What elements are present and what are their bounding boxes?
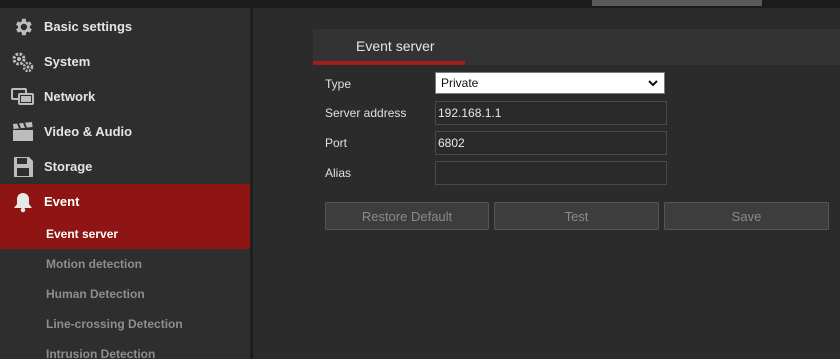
test-button[interactable]: Test [494,202,659,230]
gear-icon [11,16,35,38]
main-panel: Event server Type Private Server address… [253,8,840,359]
port-value: 6802 [438,136,465,150]
tab-bar: Event server [313,29,840,65]
alias-input[interactable] [435,161,667,185]
sidebar-subitem-line-crossing-detection[interactable]: Line-crossing Detection [0,309,250,339]
type-row: Type Private [325,72,685,96]
sidebar: Basic settings System Network Video & Au… [0,8,250,359]
sidebar-item-label: System [44,54,91,69]
server-address-value: 192.168.1.1 [438,106,502,120]
server-address-label: Server address [325,106,407,120]
sidebar-subitem-intrusion-detection[interactable]: Intrusion Detection [0,339,250,359]
sidebar-subitem-label: Human Detection [46,287,145,301]
top-bar [0,0,840,8]
restore-default-button[interactable]: Restore Default [325,202,489,230]
alias-row: Alias [325,161,685,185]
clapperboard-icon [11,121,35,143]
sidebar-item-basic-settings[interactable]: Basic settings [0,9,250,44]
floppy-icon [11,156,35,178]
sidebar-subitem-motion-detection[interactable]: Motion detection [0,249,250,279]
sidebar-subitem-label: Intrusion Detection [46,347,156,359]
bell-icon [11,191,35,213]
tab-label: Event server [356,38,435,54]
type-select-value: Private [441,76,479,90]
port-input[interactable]: 6802 [435,131,667,155]
alias-label: Alias [325,166,352,180]
sidebar-subitem-label: Line-crossing Detection [46,317,183,331]
gears-icon [11,51,35,73]
tab-event-server[interactable]: Event server [313,29,465,65]
sidebar-item-label: Event [44,194,80,209]
sidebar-item-system[interactable]: System [0,44,250,79]
sidebar-subitem-label: Event server [46,227,119,241]
server-address-input[interactable]: 192.168.1.1 [435,101,667,125]
port-row: Port 6802 [325,131,685,155]
active-tab-indicator [313,61,465,65]
sidebar-item-video-audio[interactable]: Video & Audio [0,114,250,149]
sidebar-subitem-label: Motion detection [46,257,142,271]
type-label: Type [325,77,352,91]
top-tab-highlight[interactable] [592,0,762,6]
sidebar-item-label: Storage [44,159,93,174]
sidebar-subitem-human-detection[interactable]: Human Detection [0,279,250,309]
save-button[interactable]: Save [664,202,829,230]
sidebar-item-storage[interactable]: Storage [0,149,250,184]
sidebar-item-label: Video & Audio [44,124,133,139]
sidebar-item-network[interactable]: Network [0,79,250,114]
sidebar-item-event[interactable]: Event [0,184,250,219]
server-address-row: Server address 192.168.1.1 [325,101,685,125]
type-select[interactable]: Private [435,72,665,94]
sidebar-item-label: Basic settings [44,19,133,34]
network-icon [11,86,35,108]
port-label: Port [325,136,348,150]
sidebar-subitem-event-server[interactable]: Event server [0,219,250,249]
chevron-down-icon [647,76,659,90]
sidebar-item-label: Network [44,89,96,104]
